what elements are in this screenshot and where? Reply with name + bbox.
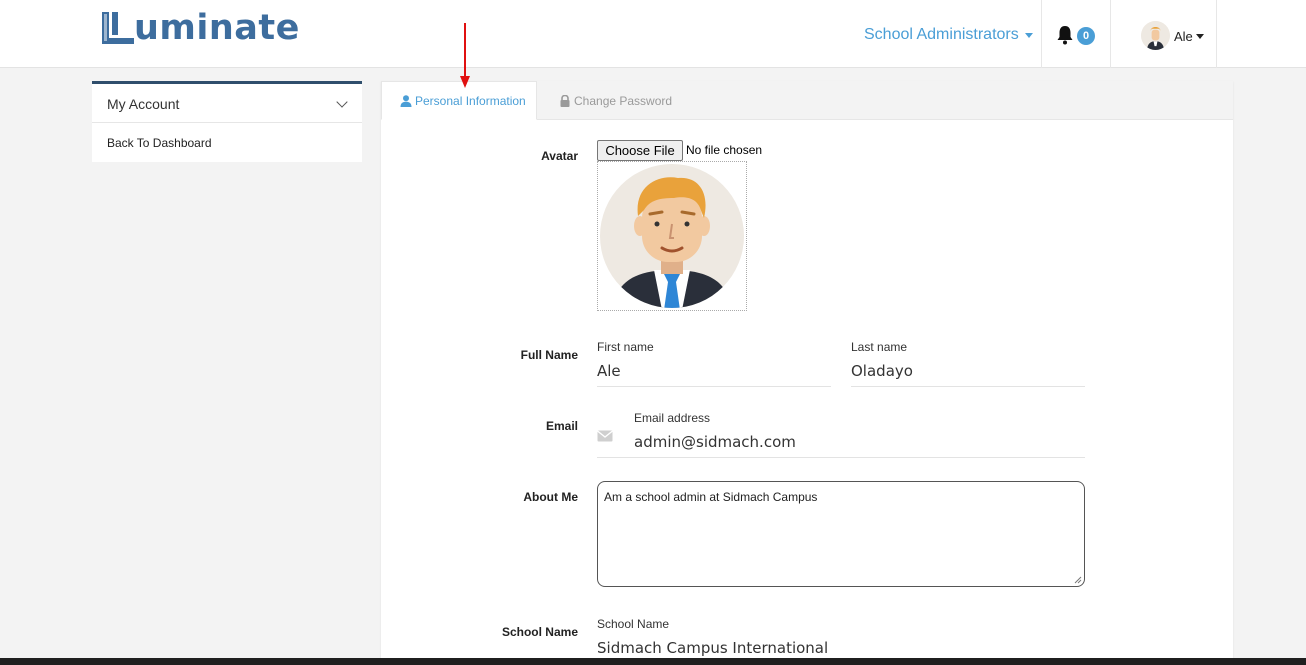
account-sidebar: My Account Back To Dashboard <box>92 81 362 162</box>
user-menu[interactable]: Ale <box>1174 29 1204 44</box>
email-caption: Email address <box>634 411 711 425</box>
caret-down-icon <box>1195 34 1204 39</box>
chevron-down-icon <box>336 96 348 108</box>
full-name-label: Full Name <box>520 348 578 362</box>
admin-menu-label: School Administrators <box>864 26 1019 43</box>
about-me-label: About Me <box>523 490 578 504</box>
tab-label: Personal Information <box>415 93 526 108</box>
logo-text: uminate <box>134 8 300 48</box>
email-underline <box>597 457 1085 458</box>
bell-icon[interactable] <box>1056 25 1074 45</box>
first-name-caption: First name <box>597 340 654 354</box>
lock-icon <box>560 94 570 107</box>
tab-change-password[interactable]: Change Password <box>559 81 672 120</box>
last-name-underline <box>851 386 1085 387</box>
last-name-input[interactable]: Oladayo <box>851 362 913 380</box>
annotation-arrow-icon <box>460 23 470 88</box>
about-me-textarea[interactable]: Am a school admin at Sidmach Campus <box>597 481 1085 587</box>
profile-tabs: Personal Information Change Password <box>381 81 1233 120</box>
resize-handle-icon[interactable] <box>1074 576 1082 584</box>
about-me-text: Am a school admin at Sidmach Campus <box>604 490 818 504</box>
user-avatar[interactable] <box>1141 21 1170 50</box>
nav-divider <box>1110 0 1111 68</box>
sidebar-heading: My Account <box>107 96 180 112</box>
caret-down-icon <box>1024 32 1033 38</box>
envelope-icon <box>597 430 613 442</box>
os-taskbar <box>0 658 1306 665</box>
email-label: Email <box>545 419 578 433</box>
my-account-toggle[interactable]: My Account <box>92 84 362 123</box>
luminate-logo[interactable]: uminate <box>100 6 300 50</box>
user-icon <box>400 94 412 107</box>
nav-divider <box>1216 0 1217 68</box>
notification-count-badge[interactable]: 0 <box>1077 27 1095 45</box>
email-input[interactable]: admin@sidmach.com <box>634 433 796 451</box>
first-name-underline <box>597 386 831 387</box>
avatar-preview <box>597 161 747 311</box>
school-administrators-dropdown[interactable]: School Administrators <box>864 26 1033 44</box>
nav-divider <box>1041 0 1042 68</box>
school-name-label: School Name <box>501 625 578 639</box>
tab-label: Change Password <box>574 93 673 108</box>
user-name-label: Ale <box>1174 29 1193 44</box>
school-name-input[interactable]: Sidmach Campus International <box>597 639 828 657</box>
logo-mark-icon <box>102 12 134 44</box>
avatar-man-icon <box>600 164 744 308</box>
avatar-label: Avatar <box>541 149 578 163</box>
school-name-caption: School Name <box>597 617 670 631</box>
choose-file-button[interactable]: Choose File <box>597 140 683 161</box>
profile-card: Personal Information Change Password Ava… <box>381 81 1233 665</box>
file-status-text: No file chosen <box>686 143 763 157</box>
top-navbar: uminate School Administrators 0 Ale <box>0 0 1306 68</box>
avatar-man-icon <box>1141 21 1170 50</box>
sidebar-item-back-to-dashboard[interactable]: Back To Dashboard <box>92 123 362 162</box>
sidebar-item-label: Back To Dashboard <box>107 136 212 150</box>
last-name-caption: Last name <box>851 340 908 354</box>
first-name-input[interactable]: Ale <box>597 362 621 380</box>
